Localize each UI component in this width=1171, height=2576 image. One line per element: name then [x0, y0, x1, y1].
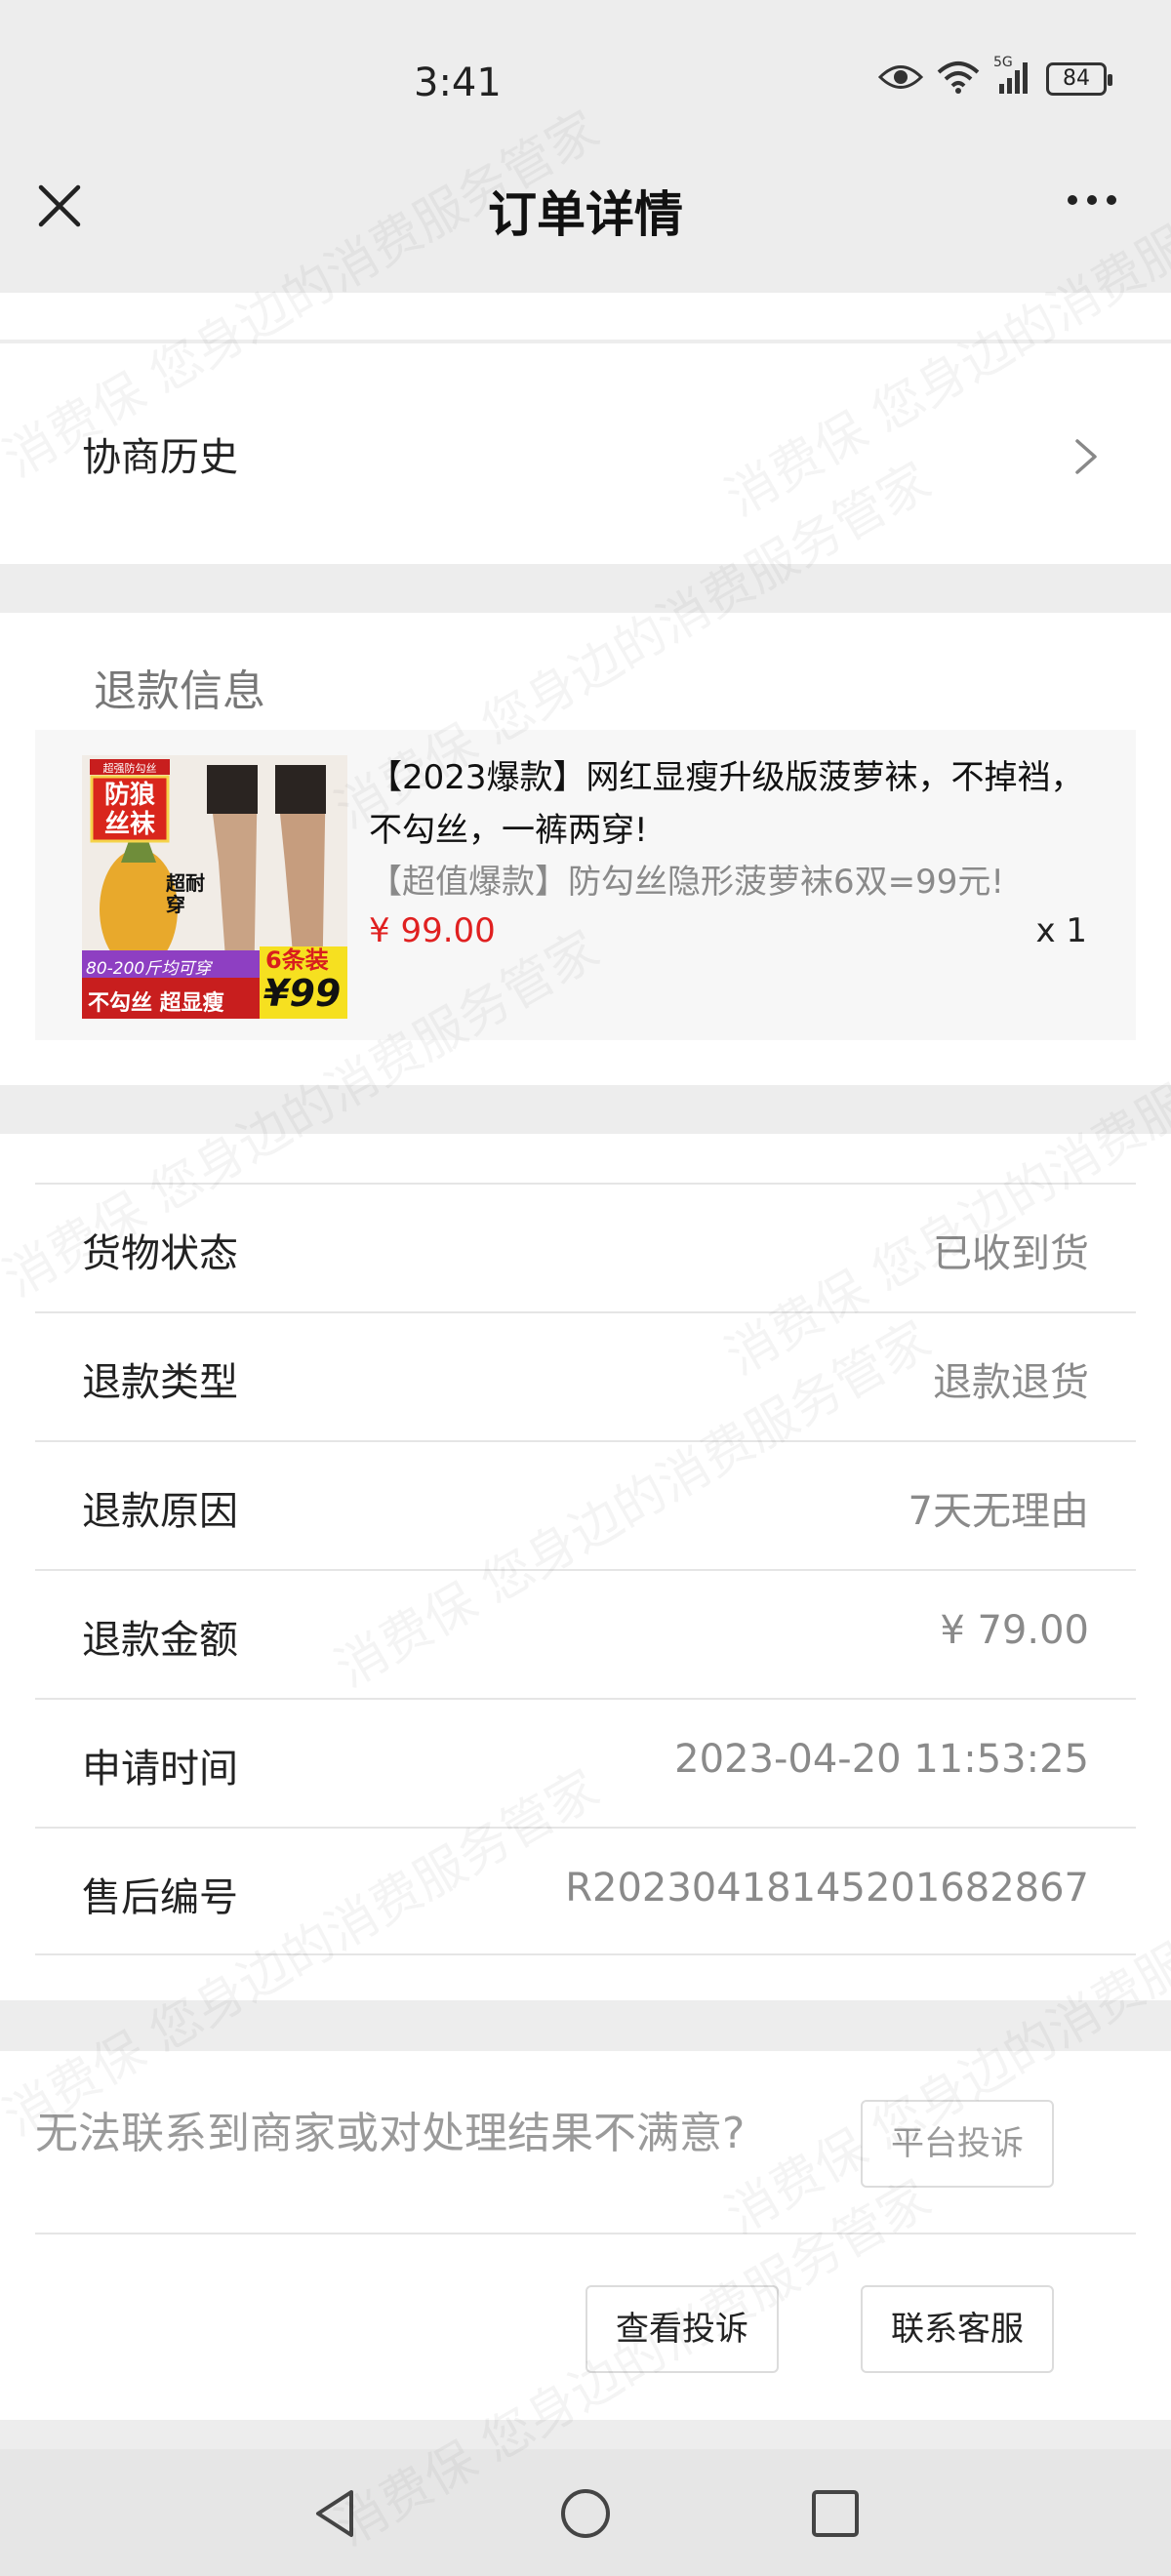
- image-count: 6条装: [265, 946, 329, 974]
- detail-label: 货物状态: [82, 1231, 238, 1276]
- status-bar: 3:41 5G 84: [0, 0, 1171, 166]
- detail-value: ¥ 79.00: [940, 1608, 1089, 1653]
- view-complaint-button[interactable]: 查看投诉: [586, 2285, 779, 2373]
- dot-icon: [1107, 195, 1116, 205]
- image-side-text: 超耐穿: [166, 871, 205, 916]
- dot-icon: [1068, 195, 1077, 205]
- detail-value: 已收到货: [933, 1231, 1089, 1276]
- image-badge: 防狼丝袜: [103, 781, 155, 839]
- platform-complaint-button[interactable]: 平台投诉: [861, 2100, 1054, 2188]
- product-name: 【2023爆款】网红显瘦升级版菠萝袜，不掉裆，不勾丝，一裤两穿!: [369, 758, 1084, 850]
- refund-info-title: 退款信息: [94, 666, 265, 716]
- detail-label: 售后编号: [82, 1875, 238, 1920]
- divider: [35, 2233, 1136, 2234]
- image-badge-top: 超强防勾丝: [102, 762, 157, 775]
- system-nav-bar: [0, 2449, 1171, 2576]
- recent-apps-icon[interactable]: [808, 2486, 863, 2541]
- detail-value: 7天无理由: [908, 1489, 1089, 1534]
- status-time: 3:41: [414, 60, 502, 105]
- more-options-button[interactable]: [1068, 195, 1116, 205]
- signal-icon: 5G: [993, 55, 1032, 98]
- detail-row-refund-type: 退款类型 退款退货: [35, 1311, 1136, 1440]
- detail-value: 2023-04-20 11:53:25: [674, 1737, 1089, 1782]
- product-image: 超强防勾丝 防狼丝袜 超耐穿 6条装 80-200斤均可穿 不勾丝 超显瘦 ¥9…: [82, 755, 347, 1019]
- page-title: 订单详情: [488, 186, 683, 243]
- history-label: 协商历史: [82, 435, 238, 480]
- product-price: ¥ 99.00: [369, 911, 496, 950]
- eye-icon: [877, 62, 924, 96]
- contact-service-button[interactable]: 联系客服: [861, 2285, 1054, 2373]
- back-icon[interactable]: [308, 2486, 363, 2541]
- detail-label: 退款原因: [82, 1489, 238, 1534]
- detail-row-apply-time: 申请时间 2023-04-20 11:53:25: [35, 1698, 1136, 1827]
- product-quantity: x 1: [1035, 911, 1087, 950]
- negotiation-history-row[interactable]: 协商历史: [0, 343, 1171, 564]
- detail-label: 申请时间: [82, 1747, 238, 1791]
- refund-info-card: 退款信息 超强防勾丝 防狼丝袜 超耐穿 6条装 80-200斤均可穿 不勾丝 超…: [0, 613, 1171, 1085]
- complaint-prompt: 无法联系到商家或对处理结果不满意?: [35, 2109, 746, 2158]
- detail-label: 退款金额: [82, 1618, 238, 1663]
- detail-label: 退款类型: [82, 1360, 238, 1405]
- detail-row-refund-amount: 退款金额 ¥ 79.00: [35, 1569, 1136, 1698]
- product-item[interactable]: 超强防勾丝 防狼丝袜 超耐穿 6条装 80-200斤均可穿 不勾丝 超显瘦 ¥9…: [35, 730, 1136, 1040]
- detail-row-goods-status: 货物状态 已收到货: [35, 1183, 1136, 1311]
- complaint-card: 无法联系到商家或对处理结果不满意? 平台投诉 查看投诉 联系客服: [0, 2051, 1171, 2420]
- status-icons: 5G 84: [877, 55, 1112, 98]
- wifi-icon: [937, 60, 980, 98]
- dot-icon: [1087, 195, 1097, 205]
- top-card-edge: [0, 293, 1171, 340]
- chevron-right-icon: [1075, 439, 1097, 474]
- detail-value: 退款退货: [933, 1360, 1089, 1405]
- refund-detail-card: 货物状态 已收到货 退款类型 退款退货 退款原因 7天无理由 退款金额 ¥ 79…: [0, 1134, 1171, 2000]
- battery-icon: 84: [1046, 62, 1112, 96]
- home-icon[interactable]: [558, 2486, 613, 2541]
- network-type: 5G: [993, 55, 1013, 70]
- detail-value: R20230418145201682867: [565, 1866, 1089, 1911]
- product-subtitle: 【超值爆款】防勾丝隐形菠萝袜6双=99元!: [369, 863, 1005, 902]
- detail-row-aftersale-number: 售后编号 R20230418145201682867: [35, 1827, 1136, 1955]
- detail-row-refund-reason: 退款原因 7天无理由: [35, 1440, 1136, 1569]
- image-weight: 80-200斤均可穿: [86, 959, 212, 979]
- image-bottom-text: 不勾丝 超显瘦: [88, 991, 224, 1016]
- image-price: ¥99: [263, 972, 342, 1015]
